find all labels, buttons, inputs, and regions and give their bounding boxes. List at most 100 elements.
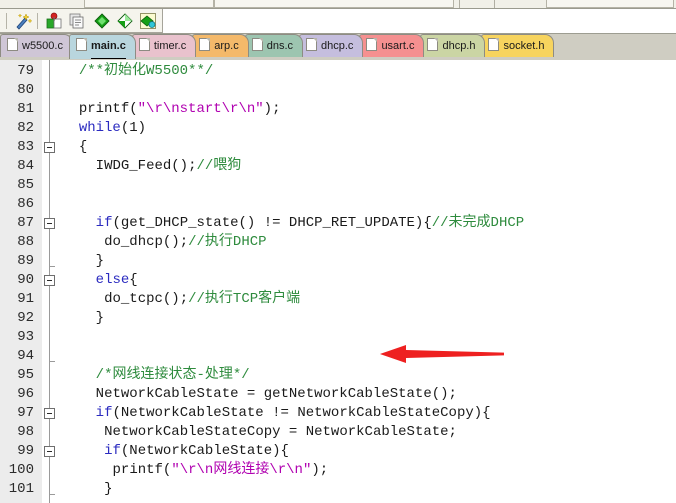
code-token-pl: printf(: [112, 462, 172, 478]
toolbar-separator-left: [6, 13, 7, 29]
code-line[interactable]: {: [79, 138, 87, 157]
fold-collapse-box[interactable]: [44, 275, 55, 286]
code-token-cm: /*网线连接状态-处理*/: [95, 367, 250, 383]
code-token-str: "\r\nstart\r\n": [137, 101, 264, 117]
code-line[interactable]: NetworkCableState = getNetworkCableState…: [96, 385, 457, 404]
file-tab-socket-h[interactable]: socket.h: [481, 34, 555, 57]
code-token-cm: //未完成DHCP: [431, 215, 525, 231]
line-number-gutter: 79 80 81 82 83 84 85 86 87 88 89 90 91 92 93 94 95 96 97 98…: [0, 60, 42, 503]
line-number: 92: [17, 310, 34, 326]
file-tab-main-c[interactable]: main.c: [68, 34, 136, 59]
file-tab-label: socket.h: [503, 40, 545, 52]
code-token-cm: //执行DHCP: [188, 234, 267, 250]
line-number: 101: [8, 481, 34, 497]
code-line[interactable]: else{: [96, 271, 138, 290]
toolbar-combo-2[interactable]: [214, 0, 454, 8]
code-token-pl: {: [129, 272, 138, 288]
code-line[interactable]: }: [96, 309, 104, 328]
file-tab-dns-c[interactable]: dns.c: [244, 34, 304, 57]
line-number: 83: [17, 139, 34, 155]
document-icon: [75, 38, 87, 51]
code-line[interactable]: NetworkCableStateCopy = NetworkCableStat…: [104, 423, 457, 442]
document-icon: [427, 38, 439, 51]
line-number: 94: [17, 348, 34, 364]
fold-collapse-box[interactable]: [44, 142, 55, 153]
clear-bookmarks-icon[interactable]: [68, 12, 86, 30]
next-bookmark-icon[interactable]: [93, 12, 111, 30]
toolbar-empty-area: [163, 9, 676, 33]
code-folding-column[interactable]: [42, 60, 62, 503]
file-tab-usart-c[interactable]: usart.c: [359, 34, 425, 57]
fold-end-tick: [49, 266, 55, 267]
code-token-pl: IWDG_Feed();: [95, 158, 197, 174]
upper-toolbar-strip: [0, 0, 676, 9]
toolbar-divider-2: [494, 0, 495, 8]
code-line[interactable]: /*网线连接状态-处理*/: [96, 366, 250, 385]
code-token-pl: (NetworkCableState){: [120, 443, 289, 459]
fold-collapse-box[interactable]: [44, 408, 55, 419]
toolbar-combo-3[interactable]: [546, 0, 674, 8]
document-icon: [7, 38, 18, 51]
line-number: 85: [17, 177, 34, 193]
code-token-str: "\r\n网线连接\r\n": [171, 462, 312, 478]
magic-wand-icon[interactable]: [14, 12, 33, 30]
bookmark-toolbar: [0, 9, 676, 34]
line-number: 88: [17, 234, 34, 250]
file-tab-w5500-c[interactable]: w5500.c: [0, 34, 73, 57]
line-number: 99: [17, 443, 34, 459]
fold-collapse-box[interactable]: [44, 446, 55, 457]
line-number: 79: [17, 63, 34, 79]
code-line[interactable]: do_dhcp();//执行DHCP: [104, 233, 266, 252]
code-token-cm: //执行TCP客户端: [188, 291, 301, 307]
code-token-kw: else: [95, 272, 130, 288]
all-bookmarks-icon[interactable]: [139, 12, 157, 30]
file-tab-bar[interactable]: w5500.c main.c timer.c arp.c dns.c dhcp.c usar…: [0, 34, 676, 60]
file-tab-label: w5500.c: [22, 40, 63, 52]
code-line[interactable]: do_tcpc();//执行TCP客户端: [104, 290, 300, 309]
file-tab-dhcp-c[interactable]: dhcp.c: [299, 34, 364, 57]
code-line[interactable]: if(NetworkCableState){: [104, 442, 289, 461]
fold-collapse-box[interactable]: [44, 218, 55, 229]
code-line[interactable]: if(NetworkCableState != NetworkCableStat…: [96, 404, 491, 423]
file-tab-dhcp-h[interactable]: dhcp.h: [420, 34, 486, 57]
line-number: 81: [17, 101, 34, 117]
code-line[interactable]: /**初始化W5500**/: [79, 62, 213, 81]
code-token-kw: if: [95, 405, 113, 421]
toolbar-button-group: [0, 9, 163, 33]
code-editor[interactable]: 79 80 81 82 83 84 85 86 87 88 89 90 91 92 93 94 95 96 97 98…: [0, 60, 676, 503]
code-token-pl: );: [263, 101, 281, 117]
file-tab-arp-c[interactable]: arp.c: [192, 34, 249, 57]
line-number: 98: [17, 424, 34, 440]
code-token-pl: do_dhcp();: [104, 234, 189, 250]
code-token-pl: (1): [120, 120, 147, 136]
code-token-pl: }: [95, 310, 105, 326]
line-number: 91: [17, 291, 34, 307]
code-text-area[interactable]: /**初始化W5500**/printf("\r\nstart\r\n"); wh…: [62, 60, 676, 503]
file-tab-timer-c[interactable]: timer.c: [131, 34, 197, 57]
code-line[interactable]: }: [96, 252, 104, 271]
line-number: 84: [17, 158, 34, 174]
code-token-pl: (NetworkCableState != NetworkCableStateC…: [112, 405, 491, 421]
file-tab-row[interactable]: w5500.c main.c timer.c arp.c dns.c dhcp.c usar…: [0, 34, 555, 59]
document-icon: [138, 38, 150, 51]
code-token-cm: /**初始化W5500**/: [78, 63, 214, 79]
code-line[interactable]: printf("\r\nstart\r\n");: [79, 100, 281, 119]
code-token-kw: if: [95, 215, 113, 231]
line-number: 95: [17, 367, 34, 383]
code-line[interactable]: IWDG_Feed();//喂狗: [96, 157, 242, 176]
code-line[interactable]: }: [104, 480, 112, 499]
code-line[interactable]: while(1): [79, 119, 146, 138]
file-tab-label: dns.c: [266, 40, 294, 52]
code-token-pl: );: [311, 462, 329, 478]
bookmark-icon[interactable]: [45, 12, 63, 30]
code-line[interactable]: printf("\r\n网线连接\r\n");: [113, 461, 329, 480]
code-line[interactable]: if(get_DHCP_state() != DHCP_RET_UPDATE){…: [96, 214, 525, 233]
code-token-kw: if: [104, 443, 121, 459]
prev-bookmark-icon[interactable]: [116, 12, 134, 30]
toolbar-separator-mid: [37, 13, 38, 29]
toolbar-combo-1[interactable]: [84, 0, 214, 8]
document-icon: [488, 38, 500, 51]
code-token-pl: NetworkCableStateCopy = NetworkCableStat…: [104, 424, 457, 440]
code-token-pl: }: [95, 253, 105, 269]
file-tab-label: dhcp.c: [321, 40, 354, 52]
